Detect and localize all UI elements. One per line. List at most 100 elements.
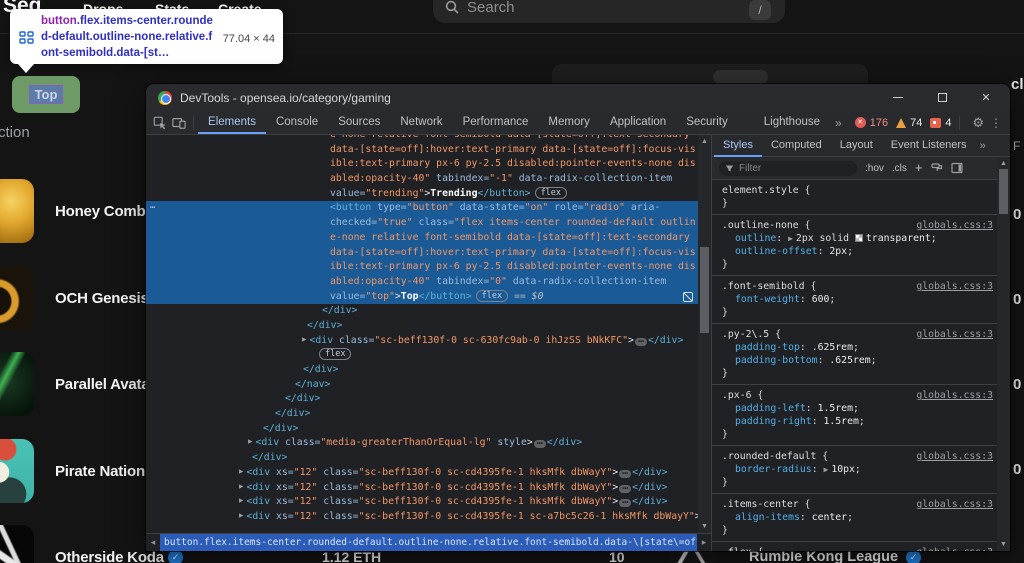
elements-code-line[interactable]: </div> [146, 319, 698, 334]
elements-code-line[interactable]: ▶ <div xs="12" class="sc-beff130f-0 sc-cd… [146, 466, 698, 481]
elements-code-line[interactable]: ⋯ <button type="button" data-state="on" r… [146, 201, 698, 217]
scrollbar-thumb[interactable] [999, 169, 1008, 214]
expand-arrow-icon[interactable]: ▶ [239, 508, 244, 523]
css-property[interactable]: font-weight: 600; [722, 293, 993, 306]
more-styles-tabs-button[interactable]: » [976, 140, 990, 152]
elements-code-line[interactable]: </div> [146, 422, 698, 437]
console-status-badges[interactable]: ✕ 176 74 4 [854, 117, 951, 129]
elements-code-line[interactable]: data-[state=off]:hover:text-primary data… [146, 245, 698, 261]
css-property[interactable]: padding-bottom: .625rem; [722, 354, 993, 367]
elements-code-line[interactable]: e-none relative font-semibold data-[stat… [146, 230, 698, 246]
elements-code-line[interactable]: </div> [146, 451, 698, 466]
maximize-button[interactable] [920, 84, 964, 111]
expand-arrow-icon[interactable]: ▶ [302, 332, 307, 347]
css-property[interactable]: padding-right: 1.5rem; [722, 415, 993, 428]
breadcrumb[interactable]: button.flex.items-center.rounded-default… [160, 534, 697, 551]
scroll-up-icon[interactable]: ▲ [698, 138, 711, 145]
styles-tab-computed[interactable]: Computed [762, 135, 831, 157]
top-button[interactable]: Top [29, 85, 63, 104]
expand-value-icon[interactable]: ▶ [788, 234, 793, 243]
elements-code-line[interactable]: ▶ <div class="sc-beff130f-0 sc-630fc9ab-0… [146, 334, 698, 349]
expand-arrow-icon[interactable]: ▶ [239, 464, 244, 479]
devtools-tab-network[interactable]: Network [390, 111, 452, 134]
css-property[interactable]: outline: ▶ 2px solid transparent; [722, 232, 993, 245]
toggle-element-state-button[interactable]: :hov [865, 163, 884, 174]
css-rule[interactable]: .px-6 {globals.css:3 padding-left: 1.5rem… [712, 385, 997, 446]
elements-code-line[interactable]: checked="true" class="flex items-center … [146, 216, 698, 231]
elements-code-line[interactable]: </nav> [146, 378, 698, 393]
minimize-button[interactable] [876, 84, 920, 111]
hover-ellipsis[interactable]: ⋯ [150, 201, 156, 216]
scroll-up-icon[interactable]: ▲ [997, 160, 1010, 167]
css-source-link[interactable]: globals.css:3 [916, 328, 993, 341]
css-property[interactable]: padding-left: 1.5rem; [722, 402, 993, 415]
css-source-link[interactable]: globals.css:3 [916, 546, 993, 551]
elements-code-line[interactable]: flex [146, 348, 698, 363]
close-button[interactable]: ✕ [964, 84, 1008, 111]
css-source-link[interactable]: globals.css:3 [916, 498, 993, 511]
css-rule[interactable]: .outline-none {globals.css:3 outline: ▶ 2p… [712, 215, 997, 276]
devtools-tab-memory[interactable]: Memory [538, 111, 600, 134]
css-source-link[interactable]: globals.css:3 [916, 280, 993, 293]
elements-code-line[interactable]: abled:opacity-40" tabindex="0" data-radi… [146, 274, 698, 290]
styles-tab-layout[interactable]: Layout [831, 135, 882, 157]
elements-code-line[interactable]: data-[state=off]:hover:text-primary data… [146, 143, 698, 158]
expand-arrow-icon[interactable]: ▶ [248, 435, 253, 450]
css-source-link[interactable]: globals.css:3 [916, 219, 993, 232]
rendering-emulation-icon[interactable] [930, 162, 943, 174]
collection-name[interactable]: Rumble Kong League [749, 549, 898, 563]
css-property[interactable]: align-items: center; [722, 511, 993, 524]
scroll-down-icon[interactable]: ▼ [698, 523, 711, 530]
device-toolbar-button[interactable] [170, 111, 190, 134]
elements-code-line[interactable]: value="top">Top</button> flex == $0 [146, 289, 698, 305]
styles-tab-event-listeners[interactable]: Event Listeners [882, 135, 976, 157]
css-rule[interactable]: .py-2\.5 {globals.css:3 padding-top: .625… [712, 324, 997, 385]
elements-scrollbar[interactable]: ▲ ▼ [698, 135, 711, 533]
styles-tab-styles[interactable]: Styles [714, 135, 762, 157]
devtools-tab-application[interactable]: Application [600, 111, 676, 134]
devtools-tab-lighthouse[interactable]: Lighthouse [754, 111, 830, 134]
style-filter-input[interactable]: Filter [719, 160, 857, 176]
expand-arrow-icon[interactable]: ▶ [239, 479, 244, 494]
devtools-tab-elements[interactable]: Elements [198, 111, 266, 134]
css-property[interactable]: outline-offset: 2px; [722, 245, 993, 258]
more-tabs-button[interactable]: » [830, 116, 847, 130]
devtools-tab-security[interactable]: Security [676, 111, 738, 134]
elements-code-line[interactable]: ▶ <div xs="12" class="sc-beff130f-0 sc-cd… [146, 510, 698, 525]
elements-code-line[interactable]: ▶ <div class="media-greaterThanOrEqual-lg… [146, 436, 698, 451]
elements-code-line[interactable]: ▶ <div xs="12" class="sc-beff130f-0 sc-cd… [146, 481, 698, 496]
css-rules-list[interactable]: element.style {} .outline-none {globals.c… [712, 180, 997, 551]
devtools-titlebar[interactable]: DevTools - opensea.io/category/gaming ✕ [146, 84, 1010, 111]
dock-panel-icon[interactable] [950, 162, 963, 174]
new-style-rule-button[interactable]: + [915, 161, 923, 174]
scrollbar-thumb[interactable] [700, 247, 709, 333]
css-source-link[interactable]: globals.css:3 [916, 389, 993, 402]
css-property[interactable]: border-radius: ▶ 10px; [722, 463, 993, 476]
breadcrumb-right-icon[interactable]: ▸ [697, 534, 711, 551]
css-rule[interactable]: element.style {} [712, 180, 997, 215]
color-swatch[interactable] [854, 234, 863, 242]
devtools-menu-icon[interactable]: ⋮ [990, 116, 1002, 130]
elements-code-line[interactable]: ible:text-primary px-6 py-2.5 disabled:p… [146, 260, 698, 275]
css-property[interactable]: padding-top: .625rem; [722, 341, 993, 354]
elements-code-line[interactable]: </div> [146, 407, 698, 422]
expand-value-icon[interactable]: ▶ [823, 465, 828, 474]
elements-code-line[interactable]: abled:opacity-40" tabindex="-1" data-rad… [146, 172, 698, 187]
styles-scrollbar[interactable]: ▲ ▼ [997, 157, 1010, 551]
devtools-tab-console[interactable]: Console [266, 111, 328, 134]
css-rule[interactable]: .flex {globals.css:3display: flex;} [712, 542, 997, 551]
search-input[interactable]: Search / [433, 0, 785, 23]
dom-tree[interactable]: e-none relative font-semibold data-[stat… [146, 135, 698, 533]
devtools-tab-performance[interactable]: Performance [453, 111, 539, 134]
elements-code-line[interactable]: </div> [146, 392, 698, 407]
element-classes-button[interactable]: .cls [892, 163, 907, 174]
elements-code-line[interactable]: e-none relative font-semibold data-[stat… [146, 135, 698, 143]
elements-code-line[interactable]: </div> [146, 363, 698, 378]
settings-gear-icon[interactable]: ⚙ [972, 115, 984, 131]
css-rule[interactable]: .items-center {globals.css:3 align-items:… [712, 494, 997, 542]
category-pill[interactable] [713, 70, 768, 84]
css-rule[interactable]: .font-semibold {globals.css:3 font-weight… [712, 276, 997, 324]
css-rule[interactable]: .rounded-default {globals.css:3 border-ra… [712, 446, 997, 494]
breadcrumb-left-icon[interactable]: ◂ [146, 534, 160, 551]
scroll-down-icon[interactable]: ▼ [997, 541, 1010, 548]
